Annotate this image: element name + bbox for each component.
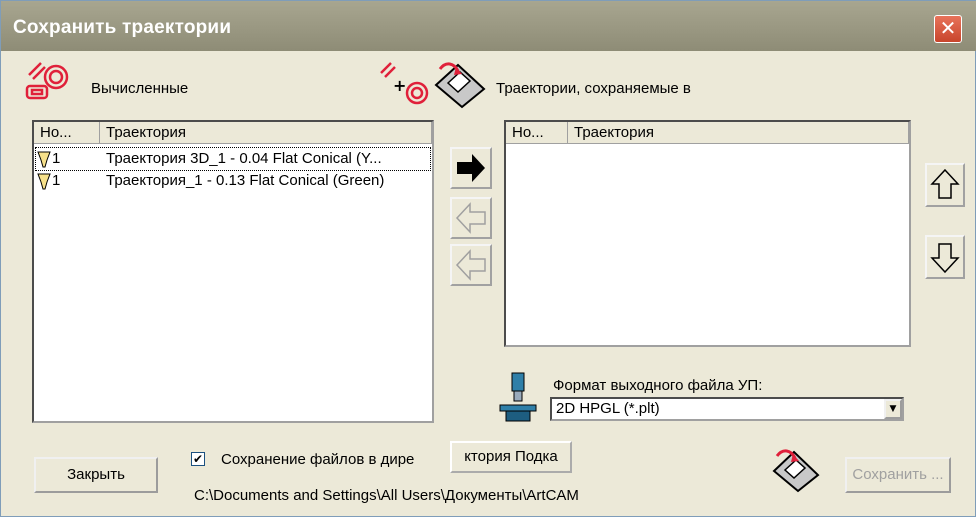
output-format-select[interactable]: 2D HPGL (*.plt) ▼ bbox=[550, 397, 904, 421]
computed-toolpaths-list[interactable]: Но... Траектория 1 Траектория 3D_1 - 0.04… bbox=[32, 120, 434, 423]
add-toolpath-icon: + bbox=[380, 62, 429, 105]
remove-from-save-button[interactable] bbox=[450, 197, 492, 239]
save-toolpaths-dialog: Сохранить траектории ✕ Вычисленные + Тра… bbox=[0, 0, 976, 517]
remove-all-from-save-button[interactable] bbox=[450, 244, 492, 286]
column-header-toolpath[interactable]: Траектория bbox=[568, 122, 909, 143]
folder-button[interactable]: ктория Подка bbox=[450, 441, 572, 473]
chevron-down-icon[interactable]: ▼ bbox=[884, 399, 902, 419]
close-button[interactable]: Закрыть bbox=[34, 457, 158, 493]
column-header-number[interactable]: Но... bbox=[34, 122, 100, 143]
save-toolpaths-list[interactable]: Но... Траектория bbox=[504, 120, 911, 347]
save-path: C:\Documents and Settings\All Users\Доку… bbox=[194, 487, 579, 504]
row-number: 1 bbox=[52, 172, 61, 189]
title-bar[interactable]: Сохранить траектории ✕ bbox=[1, 1, 976, 51]
move-up-button[interactable] bbox=[925, 163, 965, 207]
toolpaths-icon bbox=[25, 62, 69, 100]
save-button[interactable]: Сохранить ... bbox=[845, 457, 951, 493]
arrow-up-icon bbox=[930, 168, 960, 199]
save-target-label: Траектории, сохраняемые в bbox=[496, 80, 691, 97]
format-label: Формат выходного файла УП: bbox=[553, 377, 763, 394]
column-header-toolpath[interactable]: Траектория bbox=[100, 122, 432, 143]
move-down-button[interactable] bbox=[925, 235, 965, 279]
row-toolpath-name: Траектория 3D_1 - 0.04 Flat Conical (Y..… bbox=[106, 150, 382, 167]
computed-label: Вычисленные bbox=[91, 80, 189, 97]
arrow-left-icon bbox=[455, 202, 486, 234]
save-to-folder-label: Сохранение файлов в дире bbox=[221, 451, 415, 468]
tool-bit-icon bbox=[37, 151, 51, 168]
list-header: Но... Траектория bbox=[34, 122, 432, 144]
column-header-number[interactable]: Но... bbox=[506, 122, 568, 143]
close-window-button[interactable]: ✕ bbox=[934, 15, 962, 43]
arrow-right-icon bbox=[457, 154, 485, 182]
output-format-value: 2D HPGL (*.plt) bbox=[556, 400, 660, 417]
machine-icon bbox=[499, 372, 537, 422]
tool-bit-icon bbox=[37, 173, 51, 190]
table-row[interactable]: 1 Траектория_1 - 0.13 Flat Conical (Green… bbox=[36, 170, 430, 192]
floppy-save-icon bbox=[772, 449, 820, 493]
save-to-folder-checkbox[interactable]: ✔ bbox=[191, 452, 205, 466]
floppy-save-icon bbox=[434, 62, 486, 109]
row-toolpath-name: Траектория_1 - 0.13 Flat Conical (Green) bbox=[106, 172, 385, 189]
list-header: Но... Траектория bbox=[506, 122, 909, 144]
row-number: 1 bbox=[52, 150, 61, 167]
arrow-left-icon bbox=[455, 249, 486, 281]
table-row[interactable]: 1 Траектория 3D_1 - 0.04 Flat Conical (Y.… bbox=[35, 147, 431, 171]
add-to-save-button[interactable] bbox=[450, 147, 492, 189]
window-title: Сохранить траектории bbox=[13, 17, 232, 38]
arrow-down-icon bbox=[930, 243, 960, 274]
svg-text:+: + bbox=[393, 76, 406, 95]
